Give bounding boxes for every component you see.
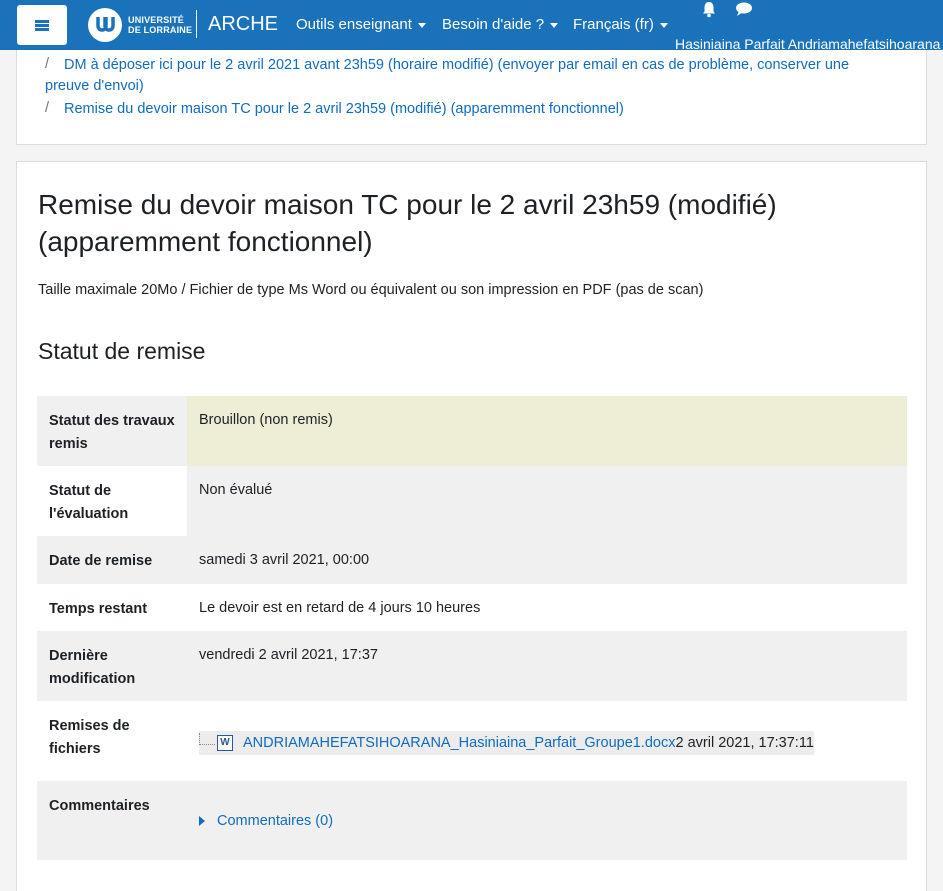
menu-teacher-tools[interactable]: Outils enseignant xyxy=(296,16,426,33)
file-item: W ANDRIAMAHEFATSIHOARANA_Hasiniaina_Parf… xyxy=(199,731,814,755)
row-label: Statut de l'évaluation xyxy=(37,466,187,536)
caret-right-icon xyxy=(199,816,205,826)
comments-value: Commentaires (0) xyxy=(187,781,907,860)
table-row: Commentaires Commentaires (0) xyxy=(37,781,907,860)
due-date-value: samedi 3 avril 2021, 00:00 xyxy=(199,552,370,568)
logo-text: UNIVERSITÉ DE LORRAINE xyxy=(128,15,193,35)
last-modified-value: vendredi 2 avril 2021, 17:37 xyxy=(199,647,378,663)
bell-icon[interactable] xyxy=(701,1,717,23)
breadcrumb-item-assignment-section[interactable]: DM à déposer ici pour le 2 avril 2021 av… xyxy=(45,55,914,97)
table-row: Statut des travaux remis Brouillon (non … xyxy=(37,396,907,466)
row-label: Statut des travaux remis xyxy=(49,413,175,452)
chevron-down-icon xyxy=(659,22,668,28)
main-content: Remise du devoir maison TC pour le 2 avr… xyxy=(16,161,927,891)
chat-icon[interactable] xyxy=(735,2,753,22)
logo-mark-icon xyxy=(88,8,122,42)
chevron-down-icon xyxy=(550,22,559,28)
assignment-intro: Taille maximale 20Mo / Fichier de type M… xyxy=(38,282,704,298)
row-label: Date de remise xyxy=(49,553,153,569)
table-row: Temps restant Le devoir est en retard de… xyxy=(37,584,907,631)
breadcrumb-separator: / xyxy=(45,100,50,116)
table-row: Remises de fichiers W ANDRIAMAHEFATSIHOA… xyxy=(37,701,907,781)
logo-divider xyxy=(196,10,197,38)
file-link[interactable]: ANDRIAMAHEFATSIHOARANA_Hasiniaina_Parfai… xyxy=(243,733,676,753)
submission-status-value: Brouillon (non remis) xyxy=(187,396,907,466)
row-label: Commentaires xyxy=(49,798,150,814)
chevron-down-icon xyxy=(417,22,426,28)
breadcrumb: / DM à déposer ici pour le 2 avril 2021 … xyxy=(16,50,927,145)
table-row: Dernière modification vendredi 2 avril 2… xyxy=(37,631,907,701)
file-date: 2 avril 2021, 17:37:11 xyxy=(675,735,814,751)
section-title: Statut de remise xyxy=(38,338,206,364)
page-title: Remise du devoir maison TC pour le 2 avr… xyxy=(38,189,777,257)
app-name[interactable]: ARCHE xyxy=(208,13,278,36)
tree-connector xyxy=(199,733,215,745)
time-remaining-value: Le devoir est en retard de 4 jours 10 he… xyxy=(199,600,481,616)
row-label: Temps restant xyxy=(49,601,148,617)
file-submissions-value: W ANDRIAMAHEFATSIHOARANA_Hasiniaina_Parf… xyxy=(187,701,907,781)
breadcrumb-separator: / xyxy=(45,56,50,72)
menu-toggle-button[interactable] xyxy=(17,5,67,45)
top-navbar: UNIVERSITÉ DE LORRAINE ARCHE Outils ense… xyxy=(0,0,943,52)
menu-icon xyxy=(35,19,49,31)
menu-help[interactable]: Besoin d'aide ? xyxy=(442,16,559,33)
comments-toggle[interactable]: Commentaires (0) xyxy=(199,811,333,831)
row-label: Remises de fichiers xyxy=(49,718,130,757)
university-logo[interactable]: UNIVERSITÉ DE LORRAINE xyxy=(88,8,192,42)
word-document-icon: W xyxy=(217,735,233,751)
breadcrumb-item-assignment[interactable]: Remise du devoir maison TC pour le 2 avr… xyxy=(64,99,624,120)
grading-status-value: Non évalué xyxy=(199,482,273,498)
menu-language[interactable]: Français (fr) xyxy=(573,16,668,33)
row-label: Dernière modification xyxy=(49,648,136,687)
table-row: Date de remise samedi 3 avril 2021, 00:0… xyxy=(37,536,907,584)
table-row: Statut de l'évaluation Non évalué xyxy=(37,466,907,536)
